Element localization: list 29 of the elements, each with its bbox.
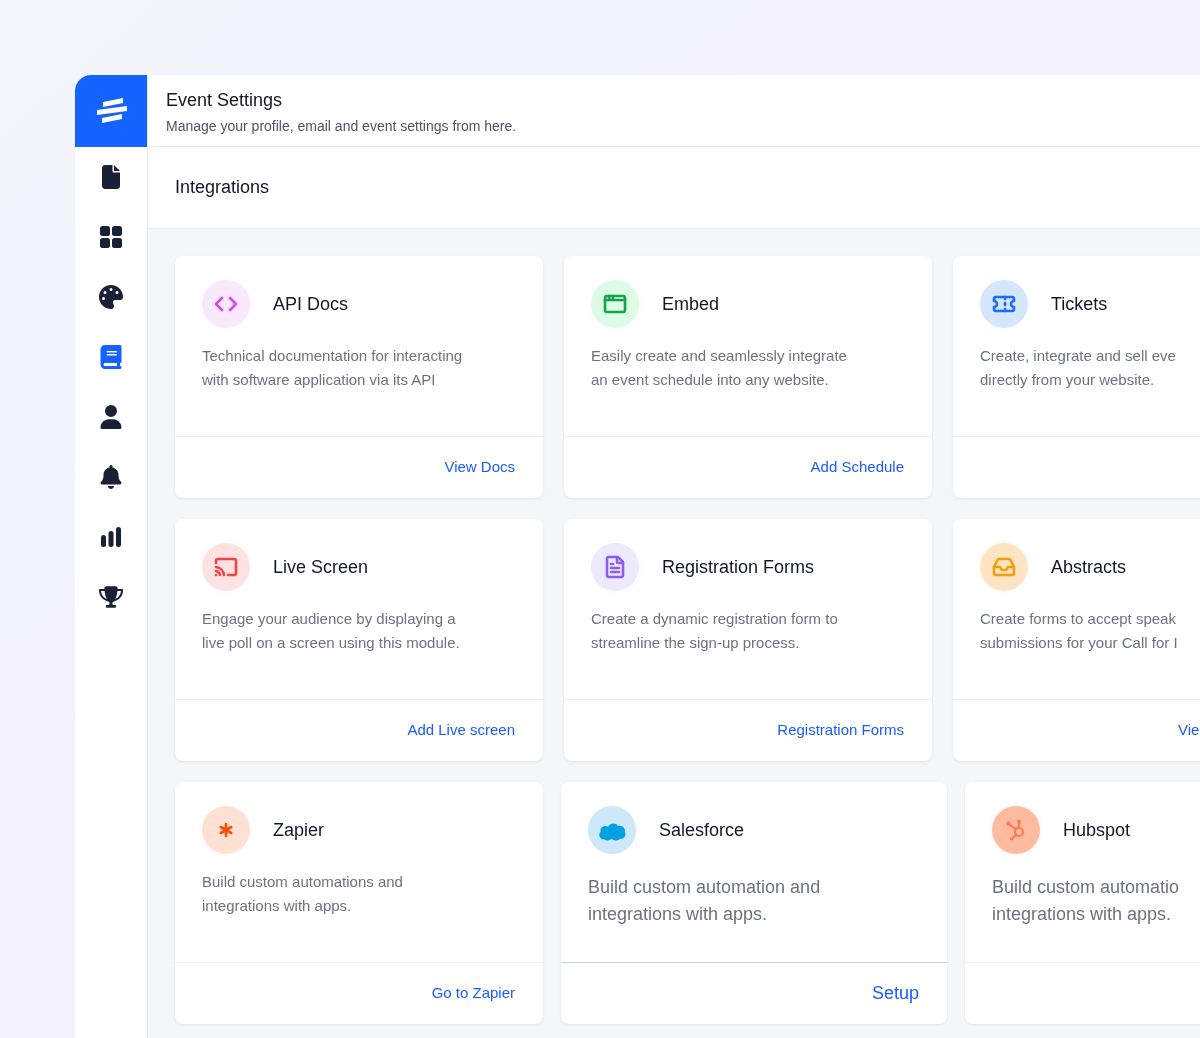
card-description: Build custom automation and integrations with apps. [588,876,822,926]
card-action-link[interactable]: Vie [1178,719,1200,742]
card-description: Build custom automatio integrations with apps. [992,876,1181,926]
card-action-link[interactable]: Setup [871,980,919,1007]
card-description: Create, integrate and sell eve directly from your website. [980,346,1177,390]
card-action-link[interactable]: Add Live screen [407,719,515,742]
card-title: Abstracts [1051,555,1127,579]
card-description: Build custom automations and integrations with apps. [202,872,404,916]
card-title: Tickets [1051,292,1108,316]
app-logo[interactable] [75,75,147,147]
card-title: Zapier [273,818,325,842]
card-title: Salesforce [659,818,745,842]
card-description: Technical documentation for interacting with software application via its API [202,346,464,390]
card-title: Registration Forms [662,555,815,579]
card-action-link[interactable]: Add Schedule [810,456,904,479]
card-title: Embed [662,292,720,316]
card-action-link[interactable]: View Docs [444,456,515,479]
page-subtitle: Manage your profile, email and event settings from here. [166,117,518,136]
page-title: Event Settings [166,89,284,112]
card-action-link[interactable]: Registration Forms [777,719,904,742]
card-title: Live Screen [273,555,369,579]
section-title: Integrations [175,176,270,199]
card-description: Create a dynamic registration form to streamline the sign-up process. [591,609,839,653]
card-description: Engage your audience by displaying a live poll on a screen using this module. [202,609,461,653]
card-title: Hubspot [1063,818,1131,842]
card-description: Create forms to accept speak submissions for your Call for I [980,609,1179,653]
card-action-link[interactable]: Go to Zapier [431,982,515,1005]
card-description: Easily create and seamlessly integrate an event schedule into any website. [591,346,848,390]
card-title: API Docs [273,292,349,316]
